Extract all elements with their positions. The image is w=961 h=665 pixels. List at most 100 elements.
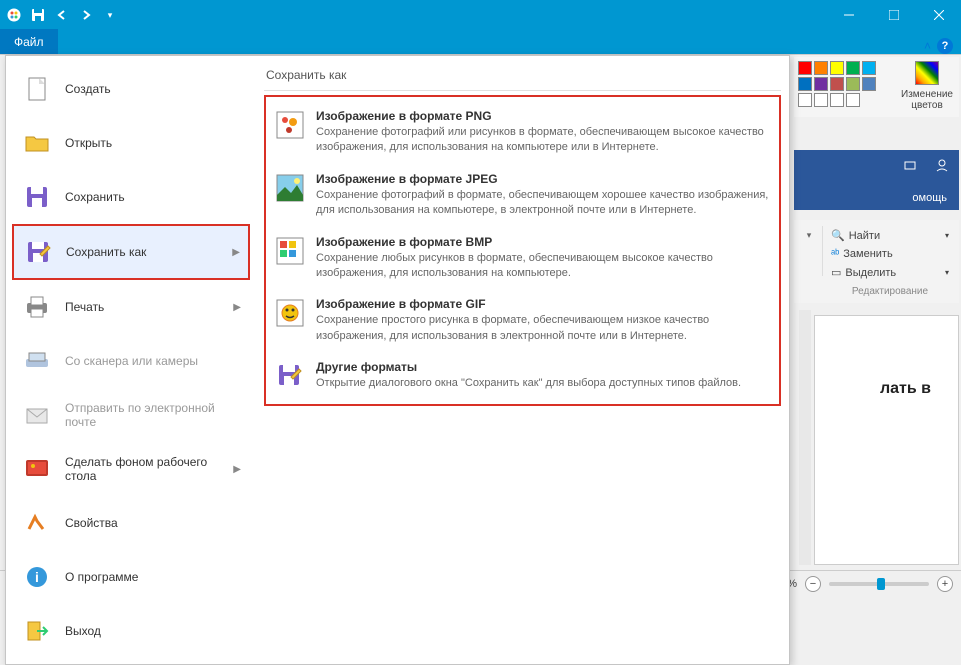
menu-item-new[interactable]: Создать	[12, 62, 250, 116]
select-button[interactable]: ▭Выделить▾	[827, 263, 953, 282]
other-format-icon	[274, 360, 306, 392]
menu-item-open[interactable]: Открыть	[12, 116, 250, 170]
print-icon	[21, 291, 53, 323]
color-swatch[interactable]	[814, 61, 828, 75]
zoom-slider[interactable]	[829, 582, 929, 586]
option-desc: Сохранение фотографий в формате, обеспеч…	[316, 188, 771, 219]
color-palette[interactable]	[794, 57, 895, 111]
gif-icon	[274, 297, 306, 329]
menu-item-desktop-bg[interactable]: Сделать фоном рабочего стола ▶	[12, 442, 250, 496]
svg-text:i: i	[35, 569, 39, 585]
option-desc: Открытие диалогового окна "Сохранить как…	[316, 376, 771, 391]
menu-item-properties[interactable]: Свойства	[12, 496, 250, 550]
menu-label: Сделать фоном рабочего стола	[65, 455, 221, 483]
undo-icon[interactable]	[54, 7, 70, 23]
new-icon	[21, 73, 53, 105]
word-account-icon[interactable]	[935, 158, 949, 172]
color-swatch[interactable]	[862, 61, 876, 75]
desktop-bg-icon	[21, 453, 53, 485]
email-icon	[21, 399, 53, 431]
menu-item-save[interactable]: Сохранить	[12, 170, 250, 224]
color-swatch[interactable]	[798, 77, 812, 91]
save-as-jpeg[interactable]: Изображение в формате JPEG Сохранение фо…	[268, 164, 777, 227]
color-swatch[interactable]	[814, 93, 828, 107]
bmp-icon	[274, 235, 306, 267]
color-swatch[interactable]	[814, 77, 828, 91]
option-title: Изображение в формате JPEG	[316, 172, 771, 186]
option-desc: Сохранение простого рисунка в формате, о…	[316, 313, 771, 344]
save-as-icon	[22, 236, 54, 268]
option-desc: Сохранение любых рисунков в формате, обе…	[316, 251, 771, 282]
styles-dropdown-icon[interactable]: ▾	[800, 226, 818, 241]
menu-item-save-as[interactable]: Сохранить как ▶	[12, 224, 250, 280]
submenu-arrow-icon: ▶	[233, 464, 241, 475]
option-title: Изображение в формате GIF	[316, 297, 771, 311]
menu-label: Сохранить	[65, 190, 125, 204]
save-as-gif[interactable]: Изображение в формате GIF Сохранение про…	[268, 289, 777, 352]
save-as-bmp[interactable]: Изображение в формате BMP Сохранение люб…	[268, 227, 777, 290]
color-swatch[interactable]	[846, 93, 860, 107]
color-swatch[interactable]	[830, 61, 844, 75]
ribbon-tabs: Файл ˄ ?	[0, 30, 961, 55]
color-swatch[interactable]	[846, 61, 860, 75]
redo-icon[interactable]	[78, 7, 94, 23]
file-menu-submenu: Сохранить как Изображение в формате PNG …	[256, 56, 789, 664]
save-as-other[interactable]: Другие форматы Открытие диалогового окна…	[268, 352, 777, 400]
replace-button[interactable]: ᵃᵇЗаменить	[827, 245, 953, 263]
zoom-slider-thumb[interactable]	[877, 578, 885, 590]
zoom-out-button[interactable]: −	[805, 576, 821, 592]
find-icon: 🔍	[831, 229, 845, 242]
menu-label: Со сканера или камеры	[65, 354, 198, 368]
menu-item-exit[interactable]: Выход	[12, 604, 250, 658]
menu-label: Открыть	[65, 136, 112, 150]
menu-item-print[interactable]: Печать ▶	[12, 280, 250, 334]
menu-item-email[interactable]: Отправить по электронной почте	[12, 388, 250, 442]
zoom-in-button[interactable]: +	[937, 576, 953, 592]
open-icon	[21, 127, 53, 159]
collapse-ribbon-icon[interactable]: ˄	[924, 39, 931, 53]
window-controls	[826, 0, 961, 30]
submenu-arrow-icon: ▶	[232, 247, 240, 258]
word-ruler	[799, 310, 811, 565]
menu-label: Отправить по электронной почте	[65, 401, 241, 429]
menu-label: Выход	[65, 624, 101, 638]
scanner-icon	[21, 345, 53, 377]
color-swatch[interactable]	[846, 77, 860, 91]
menu-item-scanner[interactable]: Со сканера или камеры	[12, 334, 250, 388]
edit-colors-label: Изменение цветов	[899, 87, 955, 113]
quick-access: ▾	[0, 7, 118, 23]
word-help-label[interactable]: омощь	[912, 192, 947, 204]
close-button[interactable]	[916, 0, 961, 30]
png-icon	[274, 109, 306, 141]
save-as-png[interactable]: Изображение в формате PNG Сохранение фот…	[268, 101, 777, 164]
word-titlebar: омощь	[794, 150, 959, 210]
rainbow-icon	[915, 61, 939, 85]
color-swatch[interactable]	[830, 77, 844, 91]
color-swatch[interactable]	[830, 93, 844, 107]
minimize-button[interactable]	[826, 0, 871, 30]
option-title: Другие форматы	[316, 360, 771, 374]
color-swatch[interactable]	[798, 61, 812, 75]
qa-dropdown-icon[interactable]: ▾	[102, 7, 118, 23]
color-swatch[interactable]	[862, 77, 876, 91]
document-visible-text: лать в	[880, 380, 931, 398]
replace-icon: ᵃᵇ	[831, 248, 839, 260]
file-tab[interactable]: Файл	[0, 29, 58, 54]
help-icon[interactable]: ?	[937, 38, 953, 54]
menu-label: О программе	[65, 570, 138, 584]
option-desc: Сохранение фотографий или рисунков в фор…	[316, 125, 771, 156]
color-swatch[interactable]	[798, 93, 812, 107]
maximize-button[interactable]	[871, 0, 916, 30]
save-icon[interactable]	[30, 7, 46, 23]
find-button[interactable]: 🔍Найти▾	[827, 226, 953, 245]
save-options-highlight: Изображение в формате PNG Сохранение фот…	[264, 95, 781, 406]
colors-panel: Изменение цветов	[794, 57, 959, 117]
menu-label: Создать	[65, 82, 111, 96]
menu-label: Свойства	[65, 516, 118, 530]
submenu-arrow-icon: ▶	[233, 302, 241, 313]
file-menu-left: Создать Открыть Сохранить Сохранить как …	[6, 56, 256, 664]
save-icon	[21, 181, 53, 213]
file-menu: Создать Открыть Сохранить Сохранить как …	[5, 55, 790, 665]
edit-colors-button[interactable]: Изменение цветов	[895, 57, 959, 117]
word-share-icon[interactable]	[903, 158, 917, 172]
